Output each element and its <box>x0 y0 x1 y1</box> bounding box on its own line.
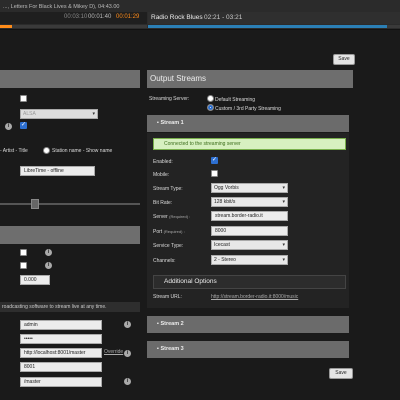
service-type-select[interactable]: Icecast <box>211 240 288 250</box>
server-input[interactable]: stream.border-radio.it <box>211 211 288 221</box>
default-streaming-radio[interactable] <box>207 95 214 102</box>
enabled-label: Enabled: <box>153 159 173 165</box>
master-username-input[interactable]: admin <box>20 320 102 330</box>
custom-streaming-radio[interactable] <box>207 104 214 111</box>
server-required: (Required) : <box>169 214 191 219</box>
left-checkbox-1[interactable] <box>20 95 27 102</box>
output-streams-title: Output Streams <box>150 74 207 83</box>
mobile-checkbox[interactable] <box>211 170 218 177</box>
left-section-header-2 <box>0 226 140 244</box>
station-show-label: Station name - Show name <box>52 148 113 154</box>
metadata-format-label: - Artist - Title <box>0 148 28 154</box>
bit-rate-select[interactable]: 128 kbit/s <box>211 197 288 207</box>
port-label: Port (Required) : <box>153 229 185 235</box>
output-streams-header: Output Streams <box>147 70 353 88</box>
track-times: 00:03:10 00:01:40 00:01:29 <box>0 12 147 24</box>
show-progress-fill <box>148 25 388 28</box>
alsa-select[interactable]: ALSA <box>20 109 98 119</box>
left-checkbox-4[interactable] <box>20 262 27 269</box>
left-section-header-1 <box>0 70 140 88</box>
stream-url-label: Stream URL: <box>153 294 182 300</box>
time-elapsed: 00:03:10 <box>64 14 88 20</box>
service-type-label: Service Type: <box>153 243 184 249</box>
stream-1-header[interactable]: ▪ Stream 1 <box>147 115 349 132</box>
show-name: Radio Rock Blues <box>151 14 203 21</box>
master-mount-input[interactable]: /master <box>20 377 102 387</box>
fade-slider-handle[interactable] <box>31 199 39 209</box>
mobile-label: Mobile: <box>153 172 170 178</box>
master-url-input[interactable]: http://localhost:8001/master <box>20 348 102 358</box>
stream-type-select[interactable]: Ogg Vorbis <box>211 183 288 193</box>
stream-type-label: Stream Type: <box>153 186 183 192</box>
connection-status: Connected to the streaming server <box>153 138 346 150</box>
stream-3-header[interactable]: ▪ Stream 3 <box>147 341 349 358</box>
info-icon[interactable]: i <box>124 378 131 385</box>
fade-slider-track[interactable] <box>0 203 140 205</box>
port-required: (Required) : <box>163 229 185 234</box>
streaming-server-label: Streaming Server: <box>149 96 190 102</box>
channels-select[interactable]: 2 - Stereo <box>211 255 288 265</box>
bit-rate-label: Bit Rate: <box>153 200 173 206</box>
custom-streaming-label: Custom / 3rd Party Streaming <box>215 106 281 112</box>
top-save-button[interactable]: Save <box>333 54 355 65</box>
server-label: Server (Required) : <box>153 214 190 220</box>
server-label-text: Server <box>153 214 168 220</box>
stream-2-header[interactable]: ▪ Stream 2 <box>147 316 349 333</box>
master-port-input[interactable]: 8001 <box>20 362 102 372</box>
station-show-radio[interactable] <box>43 147 50 154</box>
left-checkbox-3[interactable] <box>20 249 27 256</box>
track-progress-fill <box>0 25 12 28</box>
save-button[interactable]: Save <box>329 368 353 379</box>
port-label-text: Port <box>153 229 163 235</box>
stream-3-title: Stream 3 <box>160 346 184 352</box>
master-password-input[interactable]: ••••• <box>20 334 102 344</box>
offline-metadata-input[interactable]: LibreTime - offline <box>20 166 95 176</box>
time-current: 00:01:40 <box>88 14 112 20</box>
now-playing-title: ..., Letters For Black Lives & Mikey D),… <box>3 4 120 10</box>
left-checkbox-2[interactable] <box>20 121 27 129</box>
info-icon[interactable]: i <box>5 123 12 130</box>
override-link[interactable]: Override <box>104 349 123 355</box>
stream-url-link[interactable]: http://stream.border-radio.it:8000/music <box>211 294 298 300</box>
default-streaming-label: Default Streaming <box>215 97 256 103</box>
enabled-checkbox[interactable] <box>211 156 218 164</box>
info-icon[interactable]: i <box>124 321 131 328</box>
channels-label: Channels: <box>153 258 176 264</box>
show-range: 02:21 - 03:21 <box>204 14 243 21</box>
info-icon[interactable]: i <box>45 249 52 256</box>
time-remaining: 00:01:29 <box>116 14 140 20</box>
stream-1-title: Stream 1 <box>160 120 184 126</box>
stream-2-title: Stream 2 <box>160 321 184 327</box>
numeric-input[interactable]: 0.000 <box>20 275 50 285</box>
info-icon[interactable]: i <box>45 262 52 269</box>
info-icon[interactable]: i <box>124 350 131 357</box>
track-progress-bar <box>0 25 147 28</box>
port-input[interactable]: 8000 <box>211 226 288 236</box>
broadcast-note: roadcasting software to stream live at a… <box>0 302 140 312</box>
show-progress-bar <box>148 25 400 28</box>
additional-options-toggle[interactable]: Additional Options <box>153 275 346 289</box>
current-show: Radio Rock Blues 02:21 - 03:21 <box>148 12 400 24</box>
